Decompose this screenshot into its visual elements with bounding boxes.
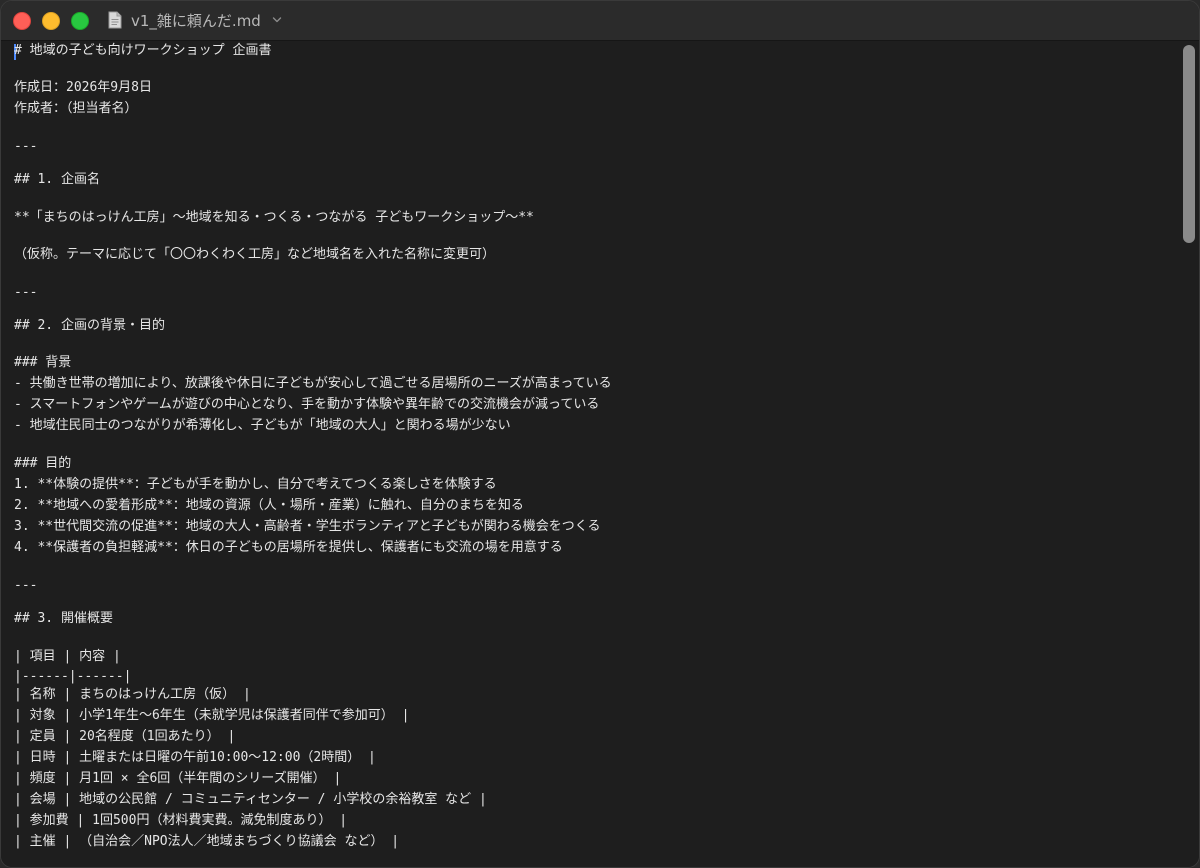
editor-line: ## 1. 企画名	[14, 172, 100, 187]
editor-line: | 参加費 | 1回500円（材料費実費。減免制度あり） |	[14, 813, 348, 828]
editor-line: ## 3. 開催概要	[14, 611, 113, 626]
editor-line: ---	[14, 285, 38, 300]
editor-line: | 定員 | 20名程度（1回あたり） |	[14, 729, 236, 744]
close-window-button[interactable]	[13, 12, 31, 30]
editor-line: 作成者：（担当者名）	[14, 101, 138, 116]
chevron-down-icon[interactable]	[272, 15, 282, 25]
editor-line: - スマートフォンやゲームが遊びの中心となり、手を動かす体験や異年齢での交流機会…	[14, 397, 600, 412]
editor-line: ---	[14, 578, 38, 593]
window-title[interactable]: v1_雑に頼んだ.md	[131, 11, 261, 31]
editor-line: | 日時 | 土曜または日曜の午前10:00〜12:00（2時間） |	[14, 750, 376, 765]
editor-line: | 項目 | 内容 |	[14, 649, 121, 664]
editor-line: - 共働き世帯の増加により、放課後や休日に子どもが安心して過ごせる居場所のニーズ…	[14, 376, 612, 391]
minimize-window-button[interactable]	[42, 12, 60, 30]
editor-line: # 地域の子ども向けワークショップ 企画書	[14, 43, 272, 58]
document-icon	[108, 11, 122, 29]
editor-window: v1_雑に頼んだ.md # 地域の子ども向けワークショップ 企画書 作成日：20…	[0, 0, 1200, 868]
zoom-window-button[interactable]	[71, 12, 89, 30]
editor-line: **「まちのはっけん工房」〜地域を知る・つくる・つながる 子どもワークショップ〜…	[14, 210, 534, 225]
editor-line: | 対象 | 小学1年生〜6年生（未就学児は保護者同伴で参加可） |	[14, 708, 410, 723]
text-editor[interactable]: # 地域の子ども向けワークショップ 企画書 作成日：2026年9月8日 作成者：…	[1, 41, 1181, 867]
editor-line: | 主催 | （自治会／NPO法人／地域まちづくり協議会 など） |	[14, 834, 400, 849]
editor-line: | 頻度 | 月1回 × 全6回（半年間のシリーズ開催） |	[14, 771, 342, 786]
editor-line: ### 目的	[14, 456, 72, 471]
editor-line: |------|------|	[14, 669, 132, 684]
editor-line: | 名称 | まちのはっけん工房（仮） |	[14, 687, 251, 702]
editor-line: | 会場 | 地域の公民館 / コミュニティセンター / 小学校の余裕教室 など…	[14, 792, 487, 807]
editor-line: ## 2. 企画の背景・目的	[14, 318, 165, 333]
scrollbar-thumb[interactable]	[1183, 45, 1195, 243]
editor-line: 作成日：2026年9月8日	[14, 80, 152, 95]
editor-line: ---	[14, 139, 38, 154]
editor-line: ### 背景	[14, 355, 72, 370]
vertical-scrollbar[interactable]	[1179, 41, 1199, 867]
editor-line: 1. **体験の提供**：子どもが手を動かし、自分で考えてつくる楽しさを体験する	[14, 477, 497, 492]
editor-line: - 地域住民同士のつながりが希薄化し、子どもが「地域の大人」と関わる場が少ない	[14, 418, 511, 433]
editor-line: 3. **世代間交流の促進**：地域の大人・高齢者・学生ボランティアと子どもが関…	[14, 519, 601, 534]
editor-line: （仮称。テーマに応じて「〇〇わくわく工房」など地域名を入れた名称に変更可）	[14, 247, 496, 262]
editor-line: 2. **地域への愛着形成**：地域の資源（人・場所・産業）に触れ、自分のまちを…	[14, 498, 524, 513]
title-bar: v1_雑に頼んだ.md	[1, 1, 1199, 41]
editor-line: 4. **保護者の負担軽減**：休日の子どもの居場所を提供し、保護者にも交流の場…	[14, 540, 563, 555]
